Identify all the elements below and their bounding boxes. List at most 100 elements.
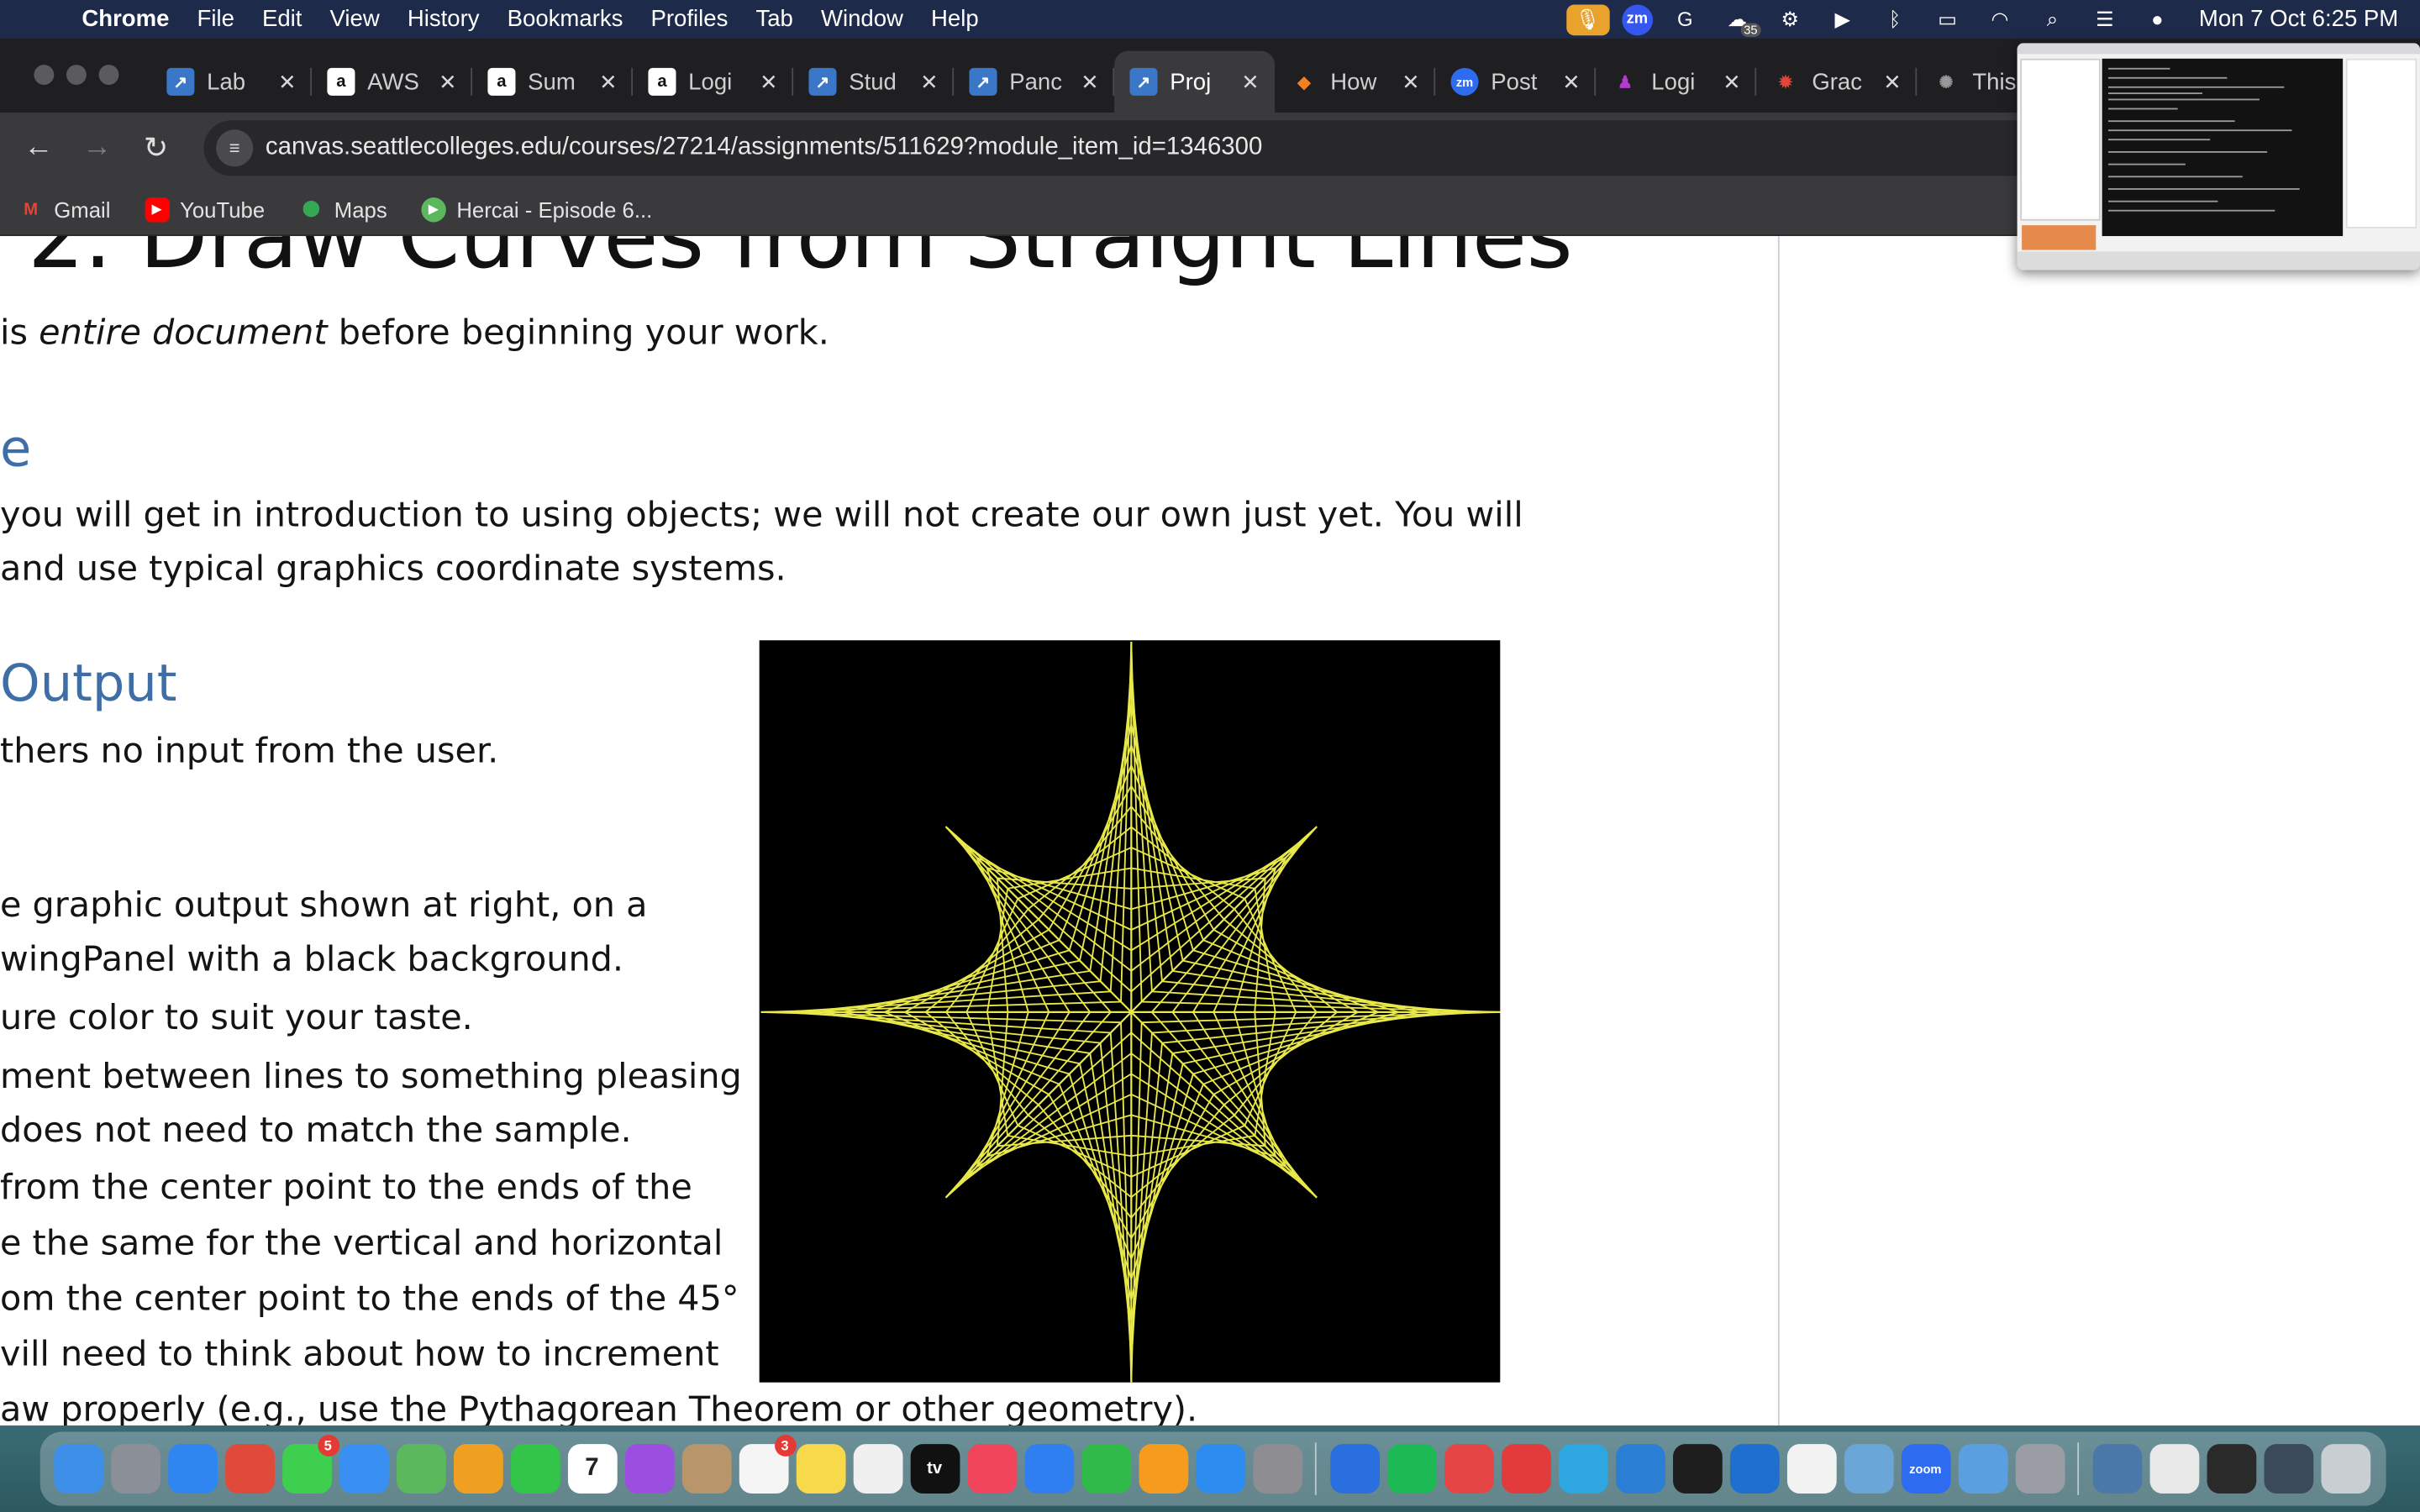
close-tab-icon[interactable]: ✕ xyxy=(1241,69,1260,95)
siri-icon[interactable]: ● xyxy=(2137,4,2177,35)
browser-tab[interactable]: a Logi ✕ xyxy=(633,51,794,113)
window-thumb-icon-3[interactable] xyxy=(2263,1444,2313,1494)
wifi-icon[interactable]: ◠ xyxy=(1980,4,2020,35)
forward-arrow-icon[interactable]: → xyxy=(68,131,127,165)
browser-tab[interactable]: ↗ Stud ✕ xyxy=(793,51,955,113)
menu-view[interactable]: View xyxy=(316,6,393,32)
browser-tab[interactable]: zm Post ✕ xyxy=(1435,51,1597,113)
menu-history[interactable]: History xyxy=(393,6,493,32)
browser-tab[interactable]: a Sum ✕ xyxy=(472,51,634,113)
menu-app-name[interactable]: Chrome xyxy=(68,6,183,32)
vscode-alt-icon[interactable] xyxy=(1729,1444,1779,1494)
status-count-badge: 35 xyxy=(1740,22,1761,37)
site-info-icon[interactable]: ≡ xyxy=(216,129,254,167)
grammarly-icon[interactable]: G xyxy=(1665,4,1705,35)
calendar-icon[interactable]: 7 xyxy=(566,1444,617,1494)
maps-icon[interactable] xyxy=(396,1444,445,1494)
reminders-icon[interactable]: 3 xyxy=(738,1435,796,1494)
preview-icon[interactable] xyxy=(1843,1444,1893,1494)
launchpad-icon[interactable] xyxy=(110,1444,160,1494)
contacts-icon[interactable] xyxy=(681,1444,731,1494)
menu-help[interactable]: Help xyxy=(917,6,992,32)
tv-icon[interactable]: tv xyxy=(909,1444,960,1494)
browser-tab[interactable]: a AWS ✕ xyxy=(312,51,473,113)
microphone-icon[interactable]: 🎙 xyxy=(1565,3,1610,35)
window-thumb-icon[interactable] xyxy=(2149,1444,2199,1494)
settings-icon[interactable] xyxy=(1252,1444,1302,1494)
screen-icon[interactable] xyxy=(1957,1444,2007,1494)
menu-file[interactable]: File xyxy=(183,6,248,32)
browser-tab[interactable]: ↗ Lab ✕ xyxy=(151,51,313,113)
podcasts-icon[interactable] xyxy=(623,1444,674,1494)
minimize-window-button[interactable] xyxy=(66,65,87,86)
trash-icon[interactable] xyxy=(2320,1444,2370,1494)
bluetooth-icon[interactable] xyxy=(1329,1444,1380,1494)
messages-icon[interactable]: 5 xyxy=(281,1435,339,1494)
cloud-status-icon[interactable]: ☁ 35 xyxy=(1718,4,1761,37)
menu-bookmarks[interactable]: Bookmarks xyxy=(493,6,637,32)
bookmark-maps[interactable]: ⬤ Maps xyxy=(299,197,387,221)
shield-icon[interactable] xyxy=(1501,1444,1550,1494)
telegram-icon[interactable] xyxy=(1558,1444,1607,1494)
search-icon[interactable]: ⌕ xyxy=(2033,4,2073,35)
zoom-status-icon[interactable]: zm xyxy=(1621,3,1653,35)
browser-tab[interactable]: ◆ How ✕ xyxy=(1275,51,1436,113)
browser-tab[interactable]: ✹ Grac ✕ xyxy=(1756,51,1918,113)
zoom-window-button[interactable] xyxy=(98,65,119,86)
control-center-icon[interactable]: ☰ xyxy=(2085,4,2125,35)
music-icon[interactable] xyxy=(966,1444,1017,1494)
window-thumb-icon-2[interactable] xyxy=(2206,1444,2256,1494)
terminal-icon[interactable] xyxy=(1672,1444,1722,1494)
menu-clock[interactable]: Mon 7 Oct 6:25 PM xyxy=(2184,6,2420,32)
spotify-icon[interactable] xyxy=(1386,1444,1437,1494)
photos-icon[interactable] xyxy=(453,1444,502,1494)
close-tab-icon[interactable]: ✕ xyxy=(920,69,939,95)
browser-tab[interactable]: ↗ Panc ✕ xyxy=(954,51,1115,113)
chrome-icon[interactable] xyxy=(224,1444,275,1494)
close-tab-icon[interactable]: ✕ xyxy=(1081,69,1099,95)
play-status-icon[interactable]: ▶ xyxy=(1823,4,1863,35)
vscode-icon[interactable] xyxy=(1615,1444,1665,1494)
address-bar[interactable]: ≡ canvas.seattlecolleges.edu/courses/272… xyxy=(203,120,2056,176)
bookmark-youtube[interactable]: ▶ YouTube xyxy=(144,197,265,222)
address-url[interactable]: canvas.seattlecolleges.edu/courses/27214… xyxy=(266,134,1262,162)
mail-alt-icon[interactable] xyxy=(1444,1444,1494,1494)
close-tab-icon[interactable]: ✕ xyxy=(1402,69,1420,95)
menu-profiles[interactable]: Profiles xyxy=(637,6,742,32)
battery-icon[interactable]: ▭ xyxy=(1928,4,1968,35)
close-tab-icon[interactable]: ✕ xyxy=(1562,69,1581,95)
bookmark-gmail[interactable]: M Gmail xyxy=(18,197,110,221)
menu-window[interactable]: Window xyxy=(807,6,917,32)
numbers-icon[interactable] xyxy=(1081,1444,1131,1494)
reload-icon[interactable]: ↻ xyxy=(127,130,186,165)
browser-tab[interactable]: ↗ Proj ✕ xyxy=(1114,50,1276,113)
freeform-icon[interactable] xyxy=(852,1444,902,1494)
keynote-icon[interactable] xyxy=(1023,1444,1074,1494)
menu-edit[interactable]: Edit xyxy=(248,6,316,32)
close-tab-icon[interactable]: ✕ xyxy=(278,69,297,95)
mail-icon[interactable] xyxy=(339,1444,388,1494)
bookmark-play[interactable]: ▶ Hercai - Episode 6... xyxy=(421,197,652,222)
notes-icon[interactable] xyxy=(795,1444,845,1494)
back-arrow-icon[interactable]: ← xyxy=(9,131,68,165)
vpn-icon[interactable]: ⚙ xyxy=(1770,4,1810,35)
close-tab-icon[interactable]: ✕ xyxy=(599,69,618,95)
appstore-icon[interactable] xyxy=(1195,1444,1245,1494)
menu-tab[interactable]: Tab xyxy=(742,6,807,32)
window-preview-thumbnail[interactable] xyxy=(2017,43,2420,270)
utility-icon[interactable] xyxy=(2014,1444,2065,1494)
facetime-icon[interactable] xyxy=(510,1444,560,1494)
finder-icon[interactable] xyxy=(53,1444,103,1494)
close-tab-icon[interactable]: ✕ xyxy=(439,69,457,95)
browser-tab[interactable]: ♟ Logi ✕ xyxy=(1596,51,1757,113)
textedit-icon[interactable] xyxy=(1786,1444,1836,1494)
pages-icon[interactable] xyxy=(1138,1444,1188,1494)
close-tab-icon[interactable]: ✕ xyxy=(1723,69,1741,95)
safari-icon[interactable] xyxy=(167,1444,218,1494)
zoom-icon[interactable]: zoom xyxy=(1900,1444,1950,1494)
close-tab-icon[interactable]: ✕ xyxy=(760,69,778,95)
folder-icon[interactable] xyxy=(2091,1444,2142,1494)
close-window-button[interactable] xyxy=(34,65,55,86)
close-tab-icon[interactable]: ✕ xyxy=(1883,69,1902,95)
bluetooth-status-icon[interactable]: ᛒ xyxy=(1875,4,1915,35)
